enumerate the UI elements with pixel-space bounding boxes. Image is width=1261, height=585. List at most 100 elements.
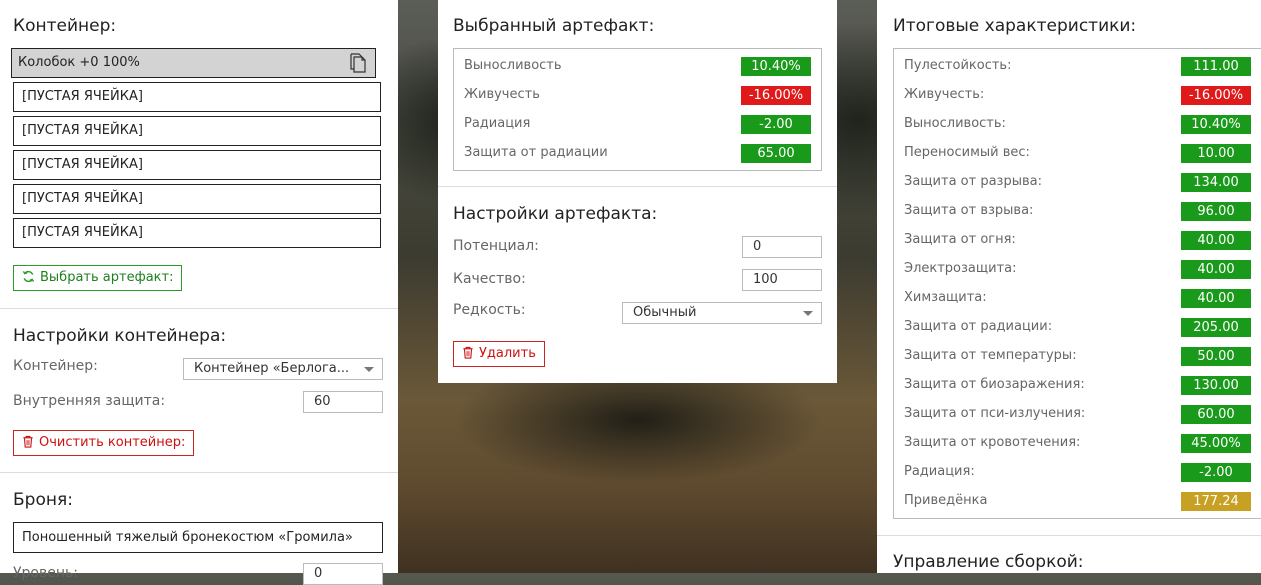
container-slot-1[interactable]: Колобок +0 100% [11,48,376,78]
delete-artifact-button[interactable]: Удалить [453,341,545,367]
stat-value: 10.00 [1181,144,1251,163]
total-stat-row: Пулестойкость: 111.00 [904,57,1251,77]
total-stats-box: Пулестойкость: 111.00 Живучесть: -16.00% Вын… [893,48,1261,519]
total-stat-row: Защита от биозаражения: 130.00 [904,376,1251,396]
stat-name: Защита от радиации [464,145,608,160]
stat-value: -16.00% [741,86,811,105]
stat-value: 177.24 [1181,492,1251,511]
stat-name: Химзащита: [904,290,987,305]
chevron-down-icon [803,311,813,316]
armor-level-label: Уровень: [13,565,78,581]
divider [0,308,398,309]
container-slot-3[interactable]: [ПУСТАЯ ЯЧЕЙКА] [13,116,381,146]
stat-value: 40.00 [1181,231,1251,250]
copy-icon[interactable] [349,53,367,73]
container-label: Контейнер: [13,358,98,374]
stat-value: 45.00% [1181,434,1251,453]
choose-artifact-label: Выбрать артефакт: [40,270,174,285]
container-title: Контейнер: [13,16,117,36]
stat-value: 10.40% [741,57,811,76]
delete-artifact-label: Удалить [479,346,536,361]
rarity-select[interactable]: Обычный [622,302,822,324]
stat-value: 10.40% [1181,115,1251,134]
stat-name: Защита от температуры: [904,348,1077,363]
trash-icon [463,346,473,359]
stat-name: Защита от огня: [904,232,1016,247]
stat-name: Радиация: [904,464,975,479]
stat-name: Радиация [464,116,531,131]
container-slot-4[interactable]: [ПУСТАЯ ЯЧЕЙКА] [13,150,381,180]
stat-name: Переносимый вес: [904,145,1030,160]
container-slot-2[interactable]: [ПУСТАЯ ЯЧЕЙКА] [13,82,381,112]
choose-artifact-button[interactable]: Выбрать артефакт: [13,265,183,291]
total-stat-row: Электрозащита: 40.00 [904,260,1251,280]
slot-label: Колобок +0 100% [18,55,140,70]
total-stat-row: Защита от кровотечения: 45.00% [904,434,1251,454]
selected-artifact-title: Выбранный артефакт: [453,16,655,36]
left-panel: Контейнер: Колобок +0 100% [ПУСТАЯ ЯЧЕЙК… [0,0,398,585]
artifact-stat-row: Радиация -2.00 [464,115,811,135]
refresh-icon [22,270,35,283]
stat-name: Защита от разрыва: [904,174,1042,189]
stat-name: Защита от пси-излучения: [904,406,1086,421]
total-stat-row: Приведёнка 177.24 [904,492,1251,512]
armor-select[interactable]: Поношенный тяжелый бронекостюм «Громила» [13,522,383,553]
artifact-stat-row: Защита от радиации 65.00 [464,144,811,164]
armor-level-input[interactable]: 0 [303,563,383,585]
total-stat-row: Защита от взрыва: 96.00 [904,202,1251,222]
container-select-value: Контейнер «Берлога... [194,361,350,376]
total-stat-row: Защита от огня: 40.00 [904,231,1251,251]
stat-name: Защита от взрыва: [904,203,1034,218]
stat-name: Приведёнка [904,493,988,508]
potential-input[interactable]: 0 [742,236,822,258]
stat-name: Живучесть: [904,87,985,102]
stat-value: -16.00% [1181,86,1251,105]
armor-title: Броня: [13,490,73,510]
total-stat-row: Защита от пси-излучения: 60.00 [904,405,1251,425]
clear-container-label: Очистить контейнер: [39,435,186,450]
total-stat-row: Радиация: -2.00 [904,463,1251,483]
stat-name: Защита от биозаражения: [904,377,1085,392]
stat-name: Выносливость [464,58,562,73]
inner-protection-label: Внутренняя защита: [13,393,166,409]
container-slot-5[interactable]: [ПУСТАЯ ЯЧЕЙКА] [13,184,381,214]
stat-value: 65.00 [741,144,811,163]
artifact-panel: Выбранный артефакт: Выносливость 10.40% … [438,0,837,383]
trash-icon [23,435,33,448]
total-stat-row: Выносливость: 10.40% [904,115,1251,135]
artifact-stats-box: Выносливость 10.40% Живучесть -16.00% Ра… [453,48,822,171]
total-stat-row: Переносимый вес: 10.00 [904,144,1251,164]
stat-value: 96.00 [1181,202,1251,221]
stat-value: 205.00 [1181,318,1251,337]
divider [0,472,398,473]
stat-value: 111.00 [1181,57,1251,76]
stat-value: 40.00 [1181,289,1251,308]
potential-label: Потенциал: [453,238,539,254]
stat-value: 50.00 [1181,347,1251,366]
artifact-settings-title: Настройки артефакта: [453,204,658,224]
rarity-label: Редкость: [453,302,526,318]
clear-container-button[interactable]: Очистить контейнер: [13,430,195,456]
stat-value: 40.00 [1181,260,1251,279]
total-stats-title: Итоговые характеристики: [893,16,1137,36]
total-stat-row: Защита от разрыва: 134.00 [904,173,1251,193]
rarity-select-value: Обычный [633,305,697,320]
container-slot-6[interactable]: [ПУСТАЯ ЯЧЕЙКА] [13,218,381,248]
inner-protection-input[interactable]: 60 [303,391,383,413]
stat-value: 60.00 [1181,405,1251,424]
build-management-title: Управление сборкой: [893,552,1084,572]
container-select[interactable]: Контейнер «Берлога... [183,358,383,380]
stat-name: Выносливость: [904,116,1006,131]
total-stat-row: Живучесть: -16.00% [904,86,1251,106]
divider [877,535,1261,536]
quality-label: Качество: [453,271,526,287]
quality-input[interactable]: 100 [742,269,822,291]
stat-name: Живучесть [464,87,540,102]
stat-value: 134.00 [1181,173,1251,192]
stat-name: Защита от кровотечения: [904,435,1081,450]
total-stat-row: Защита от радиации: 205.00 [904,318,1251,338]
artifact-stat-row: Живучесть -16.00% [464,86,811,106]
total-stat-row: Защита от температуры: 50.00 [904,347,1251,367]
stat-name: Защита от радиации: [904,319,1053,334]
totals-panel: Итоговые характеристики: Пулестойкость: 1… [877,0,1261,573]
